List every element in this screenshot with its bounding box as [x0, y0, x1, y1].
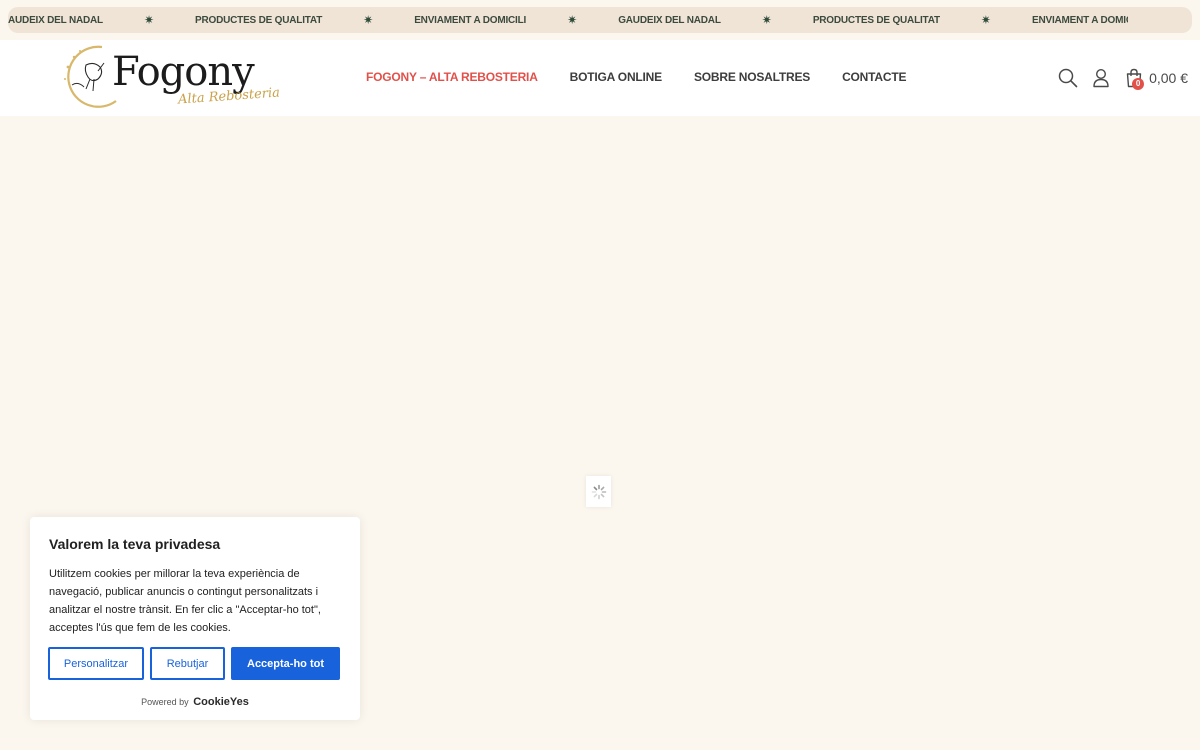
header-tools: 0 0,00 €: [1057, 64, 1188, 92]
announcement-item: PRODUCTES DE QUALITAT: [195, 14, 323, 26]
star-icon: ✷: [143, 13, 155, 27]
cookie-title: Valorem la teva privadesa: [49, 536, 221, 552]
cart-icon-wrap: 0: [1123, 66, 1145, 90]
user-icon: [1093, 68, 1109, 88]
announcement-item: ENVIAMENT A DOMICILI: [1031, 14, 1128, 26]
star-icon: ✷: [567, 13, 578, 27]
announcement-track: AUDEIX DEL NADAL ✷ PRODUCTES DE QUALITAT…: [8, 7, 1128, 33]
cookie-powered-by: Powered by CookieYes: [30, 696, 360, 708]
site-logo[interactable]: Fogony Alta Rebosteria: [60, 43, 280, 113]
star-icon: ✷: [761, 13, 772, 27]
star-icon: ✷: [363, 13, 374, 27]
cookieyes-logo[interactable]: CookieYes: [193, 696, 249, 708]
nav-item-about[interactable]: SOBRE NOSALTRES: [694, 70, 810, 84]
star-icon: ✷: [980, 13, 991, 27]
announcement-item: PRODUCTES DE QUALITAT: [812, 14, 940, 26]
main-nav: FOGONY – ALTA REBOSTERIA BOTIGA ONLINE S…: [366, 70, 906, 84]
cart-count-badge: 0: [1132, 78, 1145, 90]
loading-indicator: [586, 476, 611, 507]
cookie-description: Utilitzem cookies per millorar la teva e…: [49, 568, 321, 634]
powered-by-label: Powered by: [141, 697, 189, 707]
cookie-accept-button[interactable]: Accepta-ho tot: [231, 647, 340, 680]
nav-item-contact[interactable]: CONTACTE: [842, 70, 906, 84]
announcement-bar: AUDEIX DEL NADAL ✷ PRODUCTES DE QUALITAT…: [8, 7, 1192, 33]
cart-total: 0,00 €: [1149, 70, 1188, 86]
account-button[interactable]: [1090, 66, 1112, 90]
announcement-item: AUDEIX DEL NADAL: [8, 14, 103, 26]
cookie-reject-button[interactable]: Rebutjar: [150, 647, 225, 680]
announcement-item: ENVIAMENT A DOMICILI: [414, 14, 527, 26]
cart-button[interactable]: 0 0,00 €: [1123, 66, 1188, 90]
cookie-consent-banner: Valorem la teva privadesa Utilitzem cook…: [30, 517, 360, 720]
site-header: Fogony Alta Rebosteria FOGONY – ALTA REB…: [0, 40, 1200, 116]
cookie-actions: Personalitzar Rebutjar Accepta-ho tot: [48, 647, 340, 680]
search-icon: [1058, 68, 1078, 88]
nav-item-home[interactable]: FOGONY – ALTA REBOSTERIA: [366, 70, 538, 84]
announcement-item: GAUDEIX DEL NADAL: [618, 14, 721, 26]
nav-item-shop[interactable]: BOTIGA ONLINE: [570, 70, 662, 84]
search-button[interactable]: [1057, 66, 1079, 90]
cookie-customize-button[interactable]: Personalitzar: [48, 647, 144, 680]
spinner-icon: [591, 484, 606, 499]
